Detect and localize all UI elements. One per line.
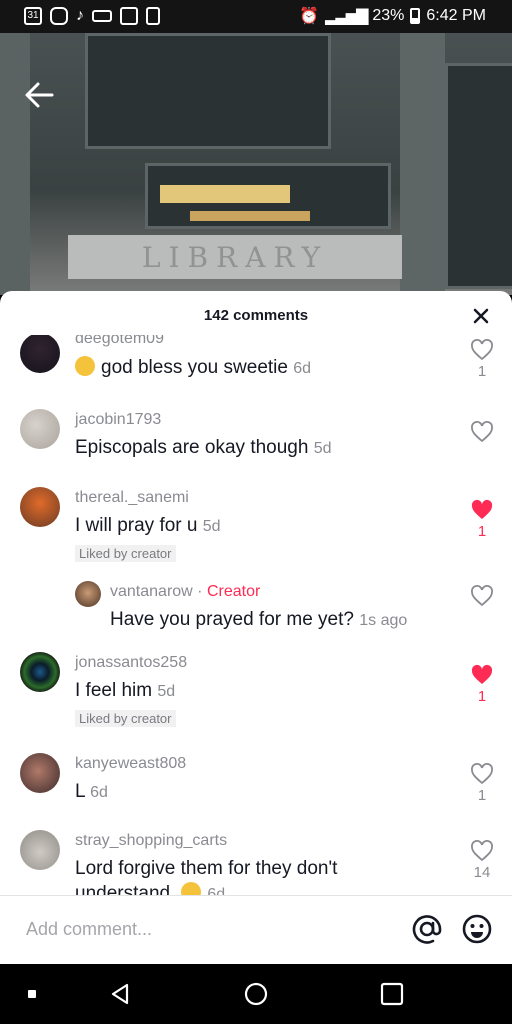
comment-item: kanyeweast808 L 6d 1 [0,751,512,821]
instagram-icon [50,7,68,25]
add-comment-input[interactable]: Add comment... [26,919,152,940]
like-heart-icon[interactable] [470,763,494,785]
creator-label: Creator [206,583,261,600]
avatar[interactable] [20,487,60,527]
comment-text: L 6d [75,781,108,802]
reply-item: vantanarow · Creator Have you prayed for… [0,579,512,639]
video-background[interactable]: LIBRARY [0,33,512,295]
avatar[interactable] [20,830,60,870]
tiktok-icon: ♪ [76,7,84,24]
recents-nav-icon[interactable] [380,982,404,1006]
gallery-icon [120,7,138,25]
comment-username[interactable]: deegotem09 [75,335,164,348]
reply-avatar[interactable] [75,581,101,607]
like-count: 1 [477,523,487,540]
avatar[interactable] [20,335,60,373]
like-count: 1 [477,787,487,804]
like-heart-icon[interactable] [470,421,494,443]
comments-sheet: 142 comments deegotem09 god bless you sw… [0,291,512,964]
comment-item: jacobin1793 Episcopals are okay though 5… [0,407,512,467]
home-nav-icon[interactable] [243,981,269,1007]
like-count: 14 [473,864,491,881]
input-divider [0,895,512,896]
comment-username[interactable]: jonassantos258 [75,654,187,672]
calendar-icon: 31 [24,7,42,25]
like-heart-filled-icon[interactable] [470,499,494,521]
reply-text: Have you prayed for me yet? 1s ago [110,609,408,630]
clock: 6:42 PM [426,7,486,24]
comments-count-title: 142 comments [203,307,309,324]
comment-item: jonassantos258 I feel him 5d Liked by cr… [0,650,512,740]
comment-item: thereal._sanemi I will pray for u 5d Lik… [0,485,512,575]
comment-text-line2: understand 6d [75,882,225,895]
comment-username[interactable]: thereal._sanemi [75,489,189,507]
like-heart-icon[interactable] [470,840,494,862]
mention-at-icon[interactable] [411,913,443,945]
comment-text: Episcopals are okay though 5d [75,437,332,458]
back-nav-icon[interactable] [108,982,132,1006]
alarm-icon: ⏰ [299,8,320,25]
comment-item: stray_shopping_carts Lord forgive them f… [0,828,512,895]
like-heart-icon[interactable] [470,339,494,361]
comment-username[interactable]: kanyeweast808 [75,755,186,773]
comment-username[interactable]: stray_shopping_carts [75,832,227,850]
voicemail-icon [92,10,112,22]
like-heart-icon[interactable] [470,585,494,607]
battery-percent: 23% [372,7,405,24]
avatar[interactable] [20,753,60,793]
comment-text: Lord forgive them for they don't [75,858,338,879]
comment-text: I will pray for u 5d [75,515,221,536]
back-arrow-icon[interactable] [22,81,56,109]
pensive-emoji-icon [181,882,202,895]
comment-text: god bless you sweetie 6d [75,356,311,379]
close-icon[interactable] [470,305,492,327]
like-count: 1 [477,688,487,705]
library-sign: LIBRARY [68,235,402,279]
comment-text: I feel him 5d [75,680,176,701]
like-heart-filled-icon[interactable] [470,664,494,686]
save-icon [146,7,160,25]
comment-username[interactable]: jacobin1793 [75,411,161,429]
signal-icon: ▂▃▅▇ [325,8,368,25]
avatar[interactable] [20,409,60,449]
reply-username[interactable]: vantanarow · Creator [110,583,260,601]
comments-list[interactable]: deegotem09 god bless you sweetie 6d 1 ja… [0,335,512,895]
smirk-emoji-icon [75,356,95,376]
avatar[interactable] [20,652,60,692]
like-count: 1 [477,363,487,380]
recent-dot-icon [28,990,36,998]
status-bar: 31 ♪ ⏰ ▂▃▅▇ 23% 6:42 PM [0,0,512,33]
battery-icon [410,8,421,24]
notification-icons: 31 ♪ [24,7,160,25]
liked-by-creator-badge: Liked by creator [75,710,176,727]
system-icons: ⏰ ▂▃▅▇ 23% 6:42 PM [299,6,486,26]
emoji-icon[interactable] [461,913,493,945]
system-nav-bar [0,964,512,1024]
comment-item: deegotem09 god bless you sweetie 6d 1 [0,335,512,395]
liked-by-creator-badge: Liked by creator [75,545,176,562]
